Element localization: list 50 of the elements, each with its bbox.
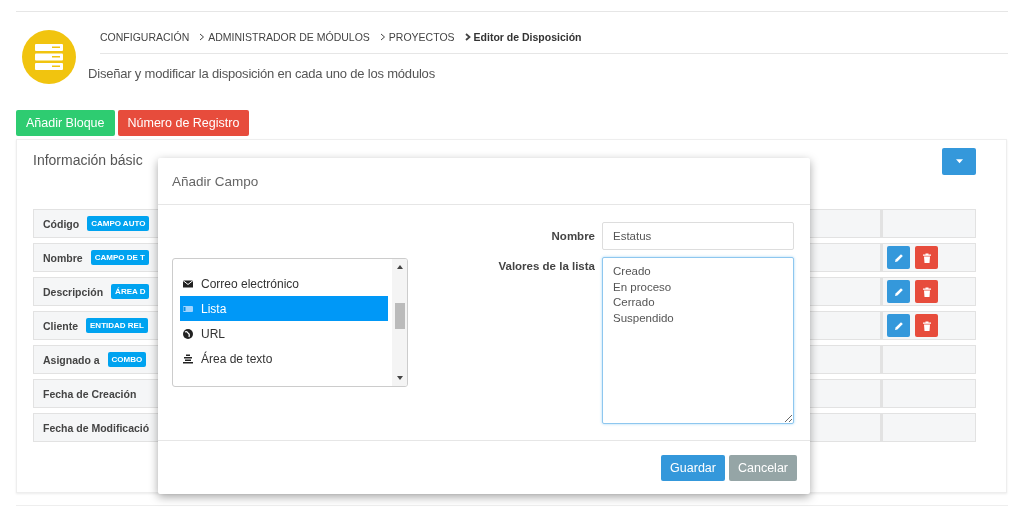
breadcrumb-link[interactable]: CONFIGURACIÓN [100,31,190,43]
field-label: Cliente [43,319,78,332]
edit-button[interactable] [887,280,910,303]
arrow-up-icon[interactable] [396,265,403,269]
breadcrumb-link[interactable]: PROYECTOS [388,31,455,43]
field-type-tag: ÁREA D [111,284,150,299]
field-label: Valores de la lista [498,260,595,272]
arrow-down-icon[interactable] [396,376,403,380]
name-input[interactable]: Estatus [602,222,794,250]
chevron-icon [464,33,471,41]
field-label: Fecha de Modificació [43,421,150,434]
delete-button[interactable] [915,314,938,337]
dropdown-button[interactable] [942,148,976,175]
scrollbar[interactable] [392,259,407,386]
trash-icon [920,251,933,264]
scrollbar-thumb[interactable] [394,303,405,329]
globe-icon [182,327,194,340]
breadcrumb-link[interactable]: ADMINISTRADOR DE MÓDULOS [208,31,370,43]
chevron-icon [199,33,206,41]
dialog-title: Añadir Campo [172,173,259,189]
text-lines-icon [182,352,194,365]
page-subtitle: Diseñar y modificar la disposición en cada uno de los módulos [88,66,436,81]
field-label: Fecha de Creación [43,387,137,400]
field-type-tag: ENTIDAD REL [86,318,148,333]
field-type-tag: CAMPO DE T [90,250,149,265]
toolbar-button[interactable]: Número de Registro [117,110,250,136]
field-type-option[interactable]: Área de texto [180,346,388,371]
envelope-icon [182,277,194,290]
breadcrumb-link[interactable]: Editor de Disposición [473,31,582,43]
field-label: Asignado a [43,353,100,366]
delete-button[interactable] [915,280,938,303]
values-textarea[interactable]: Creado En proceso Cerrado Suspendido [602,257,794,424]
trash-icon [920,285,933,298]
server-icon [22,30,76,84]
field-type-option[interactable]: Correo electrónico [180,271,388,296]
field-label: Nombre [551,230,595,242]
caret-icon [955,159,963,164]
chevron-icon [379,33,386,41]
field-type-tag: CAMPO AUTO [87,216,150,231]
field-type-list[interactable]: Correo electrónico Lista URL Área de texto [172,258,408,387]
edit-button[interactable] [887,314,910,337]
field-label: Código [43,217,80,230]
block-title: Información básic [33,152,143,168]
field-label: Nombre [43,251,83,264]
field-label: Descripción [43,285,104,298]
field-type-tag: COMBO [107,352,147,367]
delete-button[interactable] [915,246,938,269]
edit-button[interactable] [887,246,910,269]
trash-icon [920,319,933,332]
field-type-option[interactable]: URL [180,321,388,346]
